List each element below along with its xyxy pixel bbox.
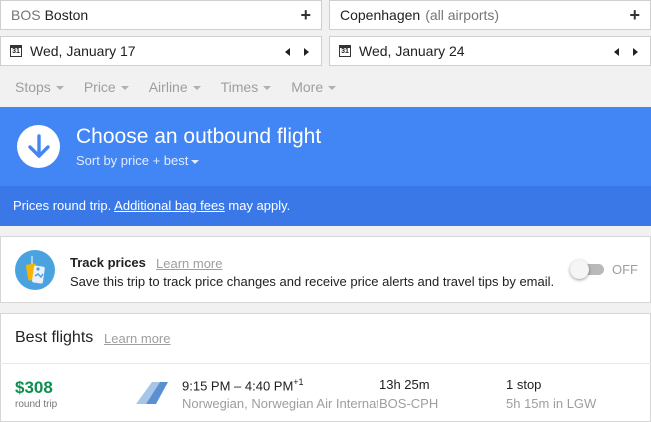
chevron-down-icon	[55, 86, 64, 91]
sort-dropdown[interactable]: Sort by price + best	[76, 153, 200, 168]
flight-duration: 13h 25m	[379, 377, 430, 392]
chevron-down-icon	[120, 86, 129, 91]
track-prices-title: Track prices	[70, 255, 146, 270]
prev-depart-date-icon[interactable]	[285, 48, 290, 56]
price-tag-icon	[15, 250, 55, 290]
best-flights-title: Best flights	[15, 329, 94, 346]
chevron-down-icon	[191, 159, 200, 164]
destination-note: (all airports)	[425, 7, 500, 23]
destination-field[interactable]: Copenhagen (all airports) +	[329, 0, 651, 30]
filter-times[interactable]: Times	[221, 79, 272, 95]
flight-price-note: round trip	[15, 399, 58, 410]
filter-airline[interactable]: Airline	[149, 79, 201, 95]
best-flights-learn-more-link[interactable]: Learn more	[104, 331, 170, 346]
flight-airline: Norwegian, Norwegian Air International	[182, 396, 378, 411]
divider	[0, 363, 651, 364]
origin-city: Boston	[44, 7, 89, 23]
next-return-date-icon[interactable]	[633, 48, 638, 56]
flight-layover: 5h 15m in LGW	[506, 396, 597, 411]
banner-title: Choose an outbound flight	[76, 125, 322, 148]
track-learn-more-link[interactable]: Learn more	[156, 256, 222, 271]
outbound-arrow-icon	[17, 125, 60, 168]
return-date: Wed, January 24	[359, 43, 465, 59]
filter-bar: Stops Price Airline Times More	[15, 79, 337, 95]
calendar-icon: 31	[10, 45, 22, 57]
calendar-icon: 31	[339, 45, 351, 57]
depart-date: Wed, January 17	[30, 43, 136, 59]
track-prices-description: Save this trip to track price changes an…	[70, 274, 555, 289]
toggle-state-label: OFF	[612, 262, 638, 277]
chevron-down-icon	[328, 86, 337, 91]
filter-price[interactable]: Price	[84, 79, 129, 95]
prices-note: Prices round trip. Additional bag fees m…	[13, 198, 291, 213]
filter-more[interactable]: More	[291, 79, 337, 95]
track-prices-toggle[interactable]	[570, 260, 606, 279]
return-date-field[interactable]: 31 Wed, January 24	[329, 36, 651, 66]
add-destination-plus-icon[interactable]: +	[629, 4, 640, 26]
flight-times: 9:15 PM – 4:40 PM+1	[182, 377, 304, 394]
bag-fees-link[interactable]: Additional bag fees	[114, 198, 225, 213]
flight-price[interactable]: $308	[15, 378, 53, 398]
flight-stops: 1 stop	[506, 377, 542, 392]
chevron-down-icon	[192, 86, 201, 91]
prev-return-date-icon[interactable]	[614, 48, 619, 56]
filter-stops[interactable]: Stops	[15, 79, 64, 95]
add-origin-plus-icon[interactable]: +	[300, 4, 311, 26]
toggle-knob	[570, 260, 589, 279]
origin-code: BOS	[11, 7, 41, 23]
destination-city: Copenhagen	[340, 7, 421, 23]
airline-logo-icon	[134, 380, 170, 406]
next-depart-date-icon[interactable]	[304, 48, 309, 56]
day-offset: +1	[293, 377, 304, 387]
flight-route: BOS-CPH	[379, 396, 439, 411]
chevron-down-icon	[263, 86, 272, 91]
depart-date-field[interactable]: 31 Wed, January 17	[0, 36, 322, 66]
origin-field[interactable]: BOS Boston +	[0, 0, 322, 30]
